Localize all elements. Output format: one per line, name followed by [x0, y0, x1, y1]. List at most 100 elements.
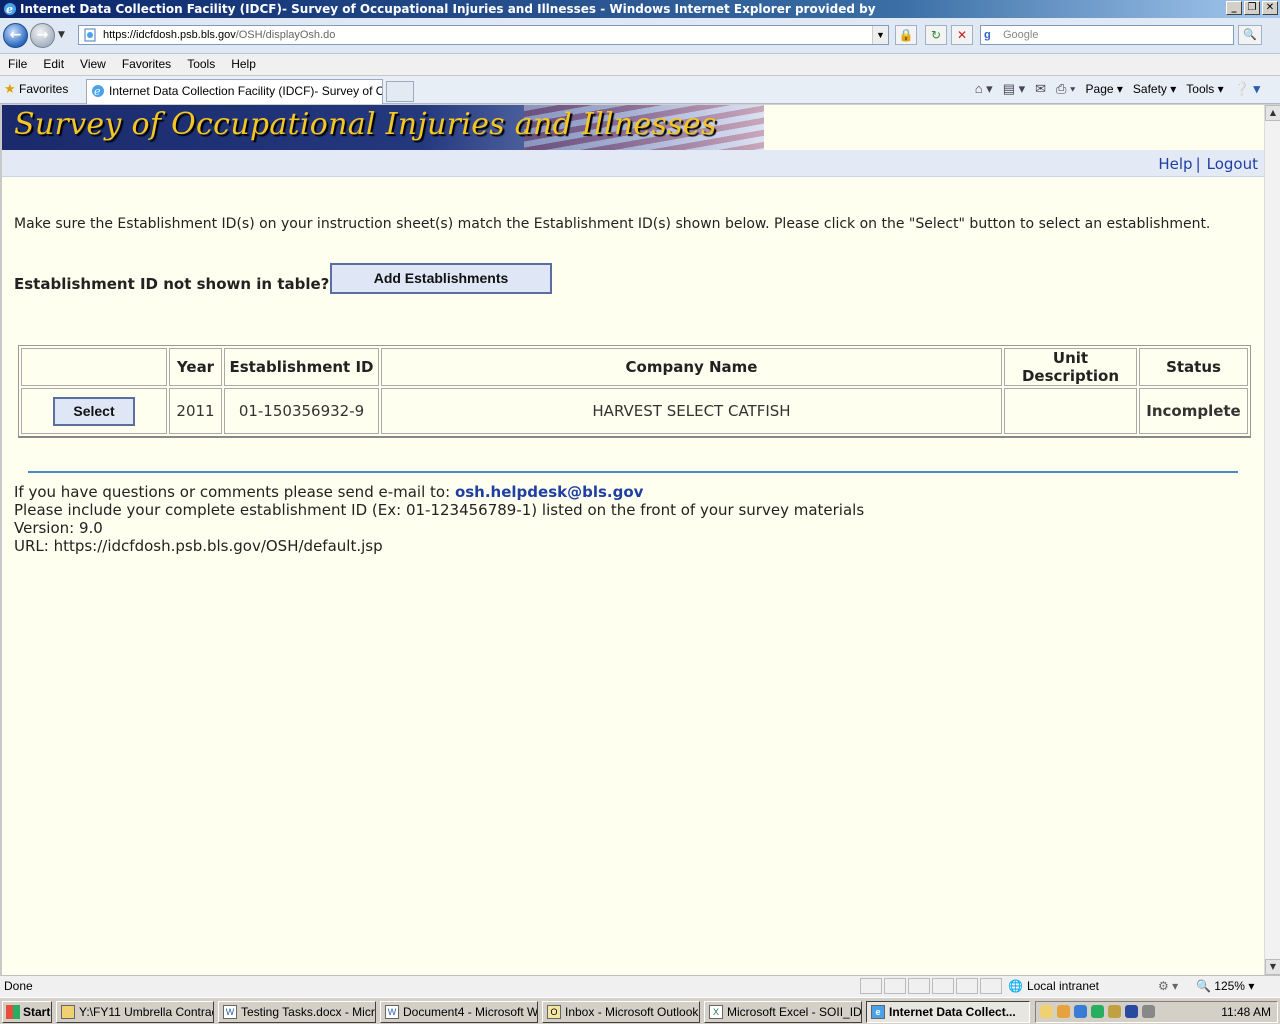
- scroll-up-icon[interactable]: ▲: [1265, 105, 1280, 121]
- restore-button[interactable]: ❐: [1244, 1, 1260, 15]
- safety-menu[interactable]: Safety ▾: [1133, 80, 1176, 98]
- security-zone[interactable]: 🌐 Local intranet: [1008, 976, 1099, 996]
- address-toolbar: ← → ▼ https://idcfdosh.psb.bls.gov/OSH/d…: [0, 18, 1280, 54]
- status-pane: [884, 978, 906, 994]
- search-icon[interactable]: 🔍: [1238, 25, 1262, 45]
- url-host: https://idcfdosh.psb.bls.gov: [103, 29, 236, 41]
- window-controls: _ ❐ ✕: [1226, 1, 1278, 15]
- instructions-text: Make sure the Establishment ID(s) on you…: [14, 216, 1211, 232]
- forward-button[interactable]: →: [30, 23, 55, 48]
- tools-menu-label: Tools: [1186, 82, 1215, 96]
- select-cell: Select: [21, 388, 167, 434]
- zoom-control[interactable]: 🔍 125% ▾: [1196, 976, 1254, 996]
- taskbar-item-folder[interactable]: Y:\FY11 Umbrella Contract: [56, 1001, 214, 1023]
- internet-explorer-icon: e: [4, 3, 16, 16]
- link-separator: |: [1195, 155, 1201, 173]
- menu-tools[interactable]: Tools: [179, 54, 223, 75]
- safety-menu-label: Safety: [1132, 82, 1167, 96]
- address-field[interactable]: https://idcfdosh.psb.bls.gov/OSH/display…: [78, 25, 889, 45]
- favorites-button[interactable]: ★ Favorites: [4, 81, 68, 97]
- add-establishments-button[interactable]: Add Establishments: [330, 263, 552, 294]
- vertical-scrollbar[interactable]: ▲ ▼: [1264, 105, 1280, 975]
- tray-lock-icon[interactable]: [1108, 1005, 1121, 1018]
- menu-file[interactable]: File: [0, 54, 35, 75]
- system-tray: 11:48 AM: [1035, 1001, 1278, 1023]
- banner-title: Survey of Occupational Injuries and Illn…: [14, 107, 717, 142]
- tray-mail-icon[interactable]: [1040, 1005, 1053, 1018]
- taskbar: Start Y:\FY11 Umbrella Contract W Testing…: [0, 997, 1280, 1024]
- taskbar-item-internet-explorer[interactable]: e Internet Data Collect...: [866, 1001, 1030, 1023]
- tray-messenger-icon[interactable]: [1057, 1005, 1070, 1018]
- unit-description-cell: [1004, 388, 1137, 434]
- outlook-icon: O: [547, 1005, 561, 1019]
- logout-link[interactable]: Logout: [1207, 155, 1258, 173]
- column-header-company-name: Company Name: [381, 348, 1002, 386]
- help-link[interactable]: Help: [1158, 155, 1192, 173]
- tab-toolbar: ★ Favorites e Internet Data Collection F…: [0, 76, 1280, 104]
- zone-label: Local intranet: [1026, 979, 1099, 993]
- tray-security-icon[interactable]: [1125, 1005, 1138, 1018]
- menu-help[interactable]: Help: [223, 54, 264, 75]
- search-input[interactable]: g Google: [980, 25, 1234, 45]
- taskbar-item-excel[interactable]: X Microsoft Excel - SOII_ID...: [704, 1001, 862, 1023]
- mail-icon[interactable]: ✉: [1035, 80, 1046, 98]
- windows-logo-icon: [6, 1005, 20, 1019]
- new-tab-button[interactable]: [386, 81, 414, 102]
- task-label: Internet Data Collect...: [889, 1005, 1016, 1019]
- footer: If you have questions or comments please…: [14, 483, 864, 555]
- site-banner: Survey of Occupational Injuries and Illn…: [2, 105, 764, 150]
- status-panes: [860, 978, 1002, 994]
- column-header-unit-description: Unit Description: [1004, 348, 1137, 386]
- tray-sync-icon[interactable]: [1091, 1005, 1104, 1018]
- feeds-icon[interactable]: ▤ ▾: [1003, 80, 1025, 98]
- helpdesk-email-link[interactable]: osh.helpdesk@bls.gov: [455, 483, 643, 501]
- column-header-establishment-id: Establishment ID: [224, 348, 379, 386]
- home-icon[interactable]: ⌂ ▾: [975, 80, 993, 98]
- scroll-down-icon[interactable]: ▼: [1265, 959, 1280, 975]
- zoom-level: 125%: [1214, 979, 1245, 993]
- protected-mode-icon[interactable]: ⚙ ▾: [1158, 976, 1178, 996]
- task-label: Y:\FY11 Umbrella Contract: [79, 1005, 214, 1019]
- menu-bar: File Edit View Favorites Tools Help: [0, 54, 1280, 76]
- page-menu[interactable]: Page ▾: [1086, 80, 1123, 98]
- svg-text:e: e: [6, 3, 13, 16]
- tab-title: Internet Data Collection Facility (IDCF)…: [109, 84, 382, 98]
- help-icon[interactable]: ❔ ▾: [1234, 80, 1260, 98]
- status-pane: [908, 978, 930, 994]
- tray-network-icon[interactable]: [1074, 1005, 1087, 1018]
- stop-icon[interactable]: ✕: [951, 25, 973, 45]
- task-label: Inbox - Microsoft Outlook ...: [565, 1005, 700, 1019]
- establishment-id-cell: 01-150356932-9: [224, 388, 379, 434]
- taskbar-item-word-testing[interactable]: W Testing Tasks.docx - Micr...: [218, 1001, 376, 1023]
- contact-prefix: If you have questions or comments please…: [14, 483, 451, 501]
- taskbar-item-outlook[interactable]: O Inbox - Microsoft Outlook ...: [542, 1001, 700, 1023]
- lock-icon[interactable]: 🔒: [895, 25, 917, 45]
- tray-volume-icon[interactable]: [1142, 1005, 1155, 1018]
- address-dropdown-icon[interactable]: ▼: [872, 26, 888, 44]
- tools-menu[interactable]: Tools ▾: [1186, 80, 1223, 98]
- select-button[interactable]: Select: [53, 396, 135, 426]
- print-icon[interactable]: ⎙ ▾: [1056, 80, 1075, 98]
- link-bar: Help | Logout: [2, 150, 1264, 177]
- menu-view[interactable]: View: [72, 54, 114, 75]
- column-header-year: Year: [169, 348, 222, 386]
- taskbar-item-word-document4[interactable]: W Document4 - Microsoft W...: [380, 1001, 538, 1023]
- status-pane: [980, 978, 1002, 994]
- start-button[interactable]: Start: [2, 1001, 52, 1023]
- star-icon: ★: [4, 81, 16, 96]
- menu-favorites[interactable]: Favorites: [114, 54, 179, 75]
- search-placeholder: Google: [1003, 29, 1039, 41]
- refresh-icon[interactable]: ↻: [925, 25, 947, 45]
- establishment-table: Year Establishment ID Company Name Unit …: [18, 345, 1251, 438]
- task-label: Document4 - Microsoft W...: [403, 1005, 538, 1019]
- page-content: Survey of Occupational Injuries and Illn…: [0, 105, 1264, 975]
- menu-edit[interactable]: Edit: [35, 54, 72, 75]
- tab-current[interactable]: e Internet Data Collection Facility (IDC…: [86, 79, 383, 104]
- close-button[interactable]: ✕: [1262, 1, 1278, 15]
- column-header-select: [21, 348, 167, 386]
- company-name-cell: HARVEST SELECT CATFISH: [381, 388, 1002, 434]
- clock: 11:48 AM: [1221, 1005, 1271, 1019]
- history-dropdown-icon[interactable]: ▼: [58, 30, 65, 40]
- back-button[interactable]: ←: [3, 23, 28, 48]
- minimize-button[interactable]: _: [1226, 1, 1242, 15]
